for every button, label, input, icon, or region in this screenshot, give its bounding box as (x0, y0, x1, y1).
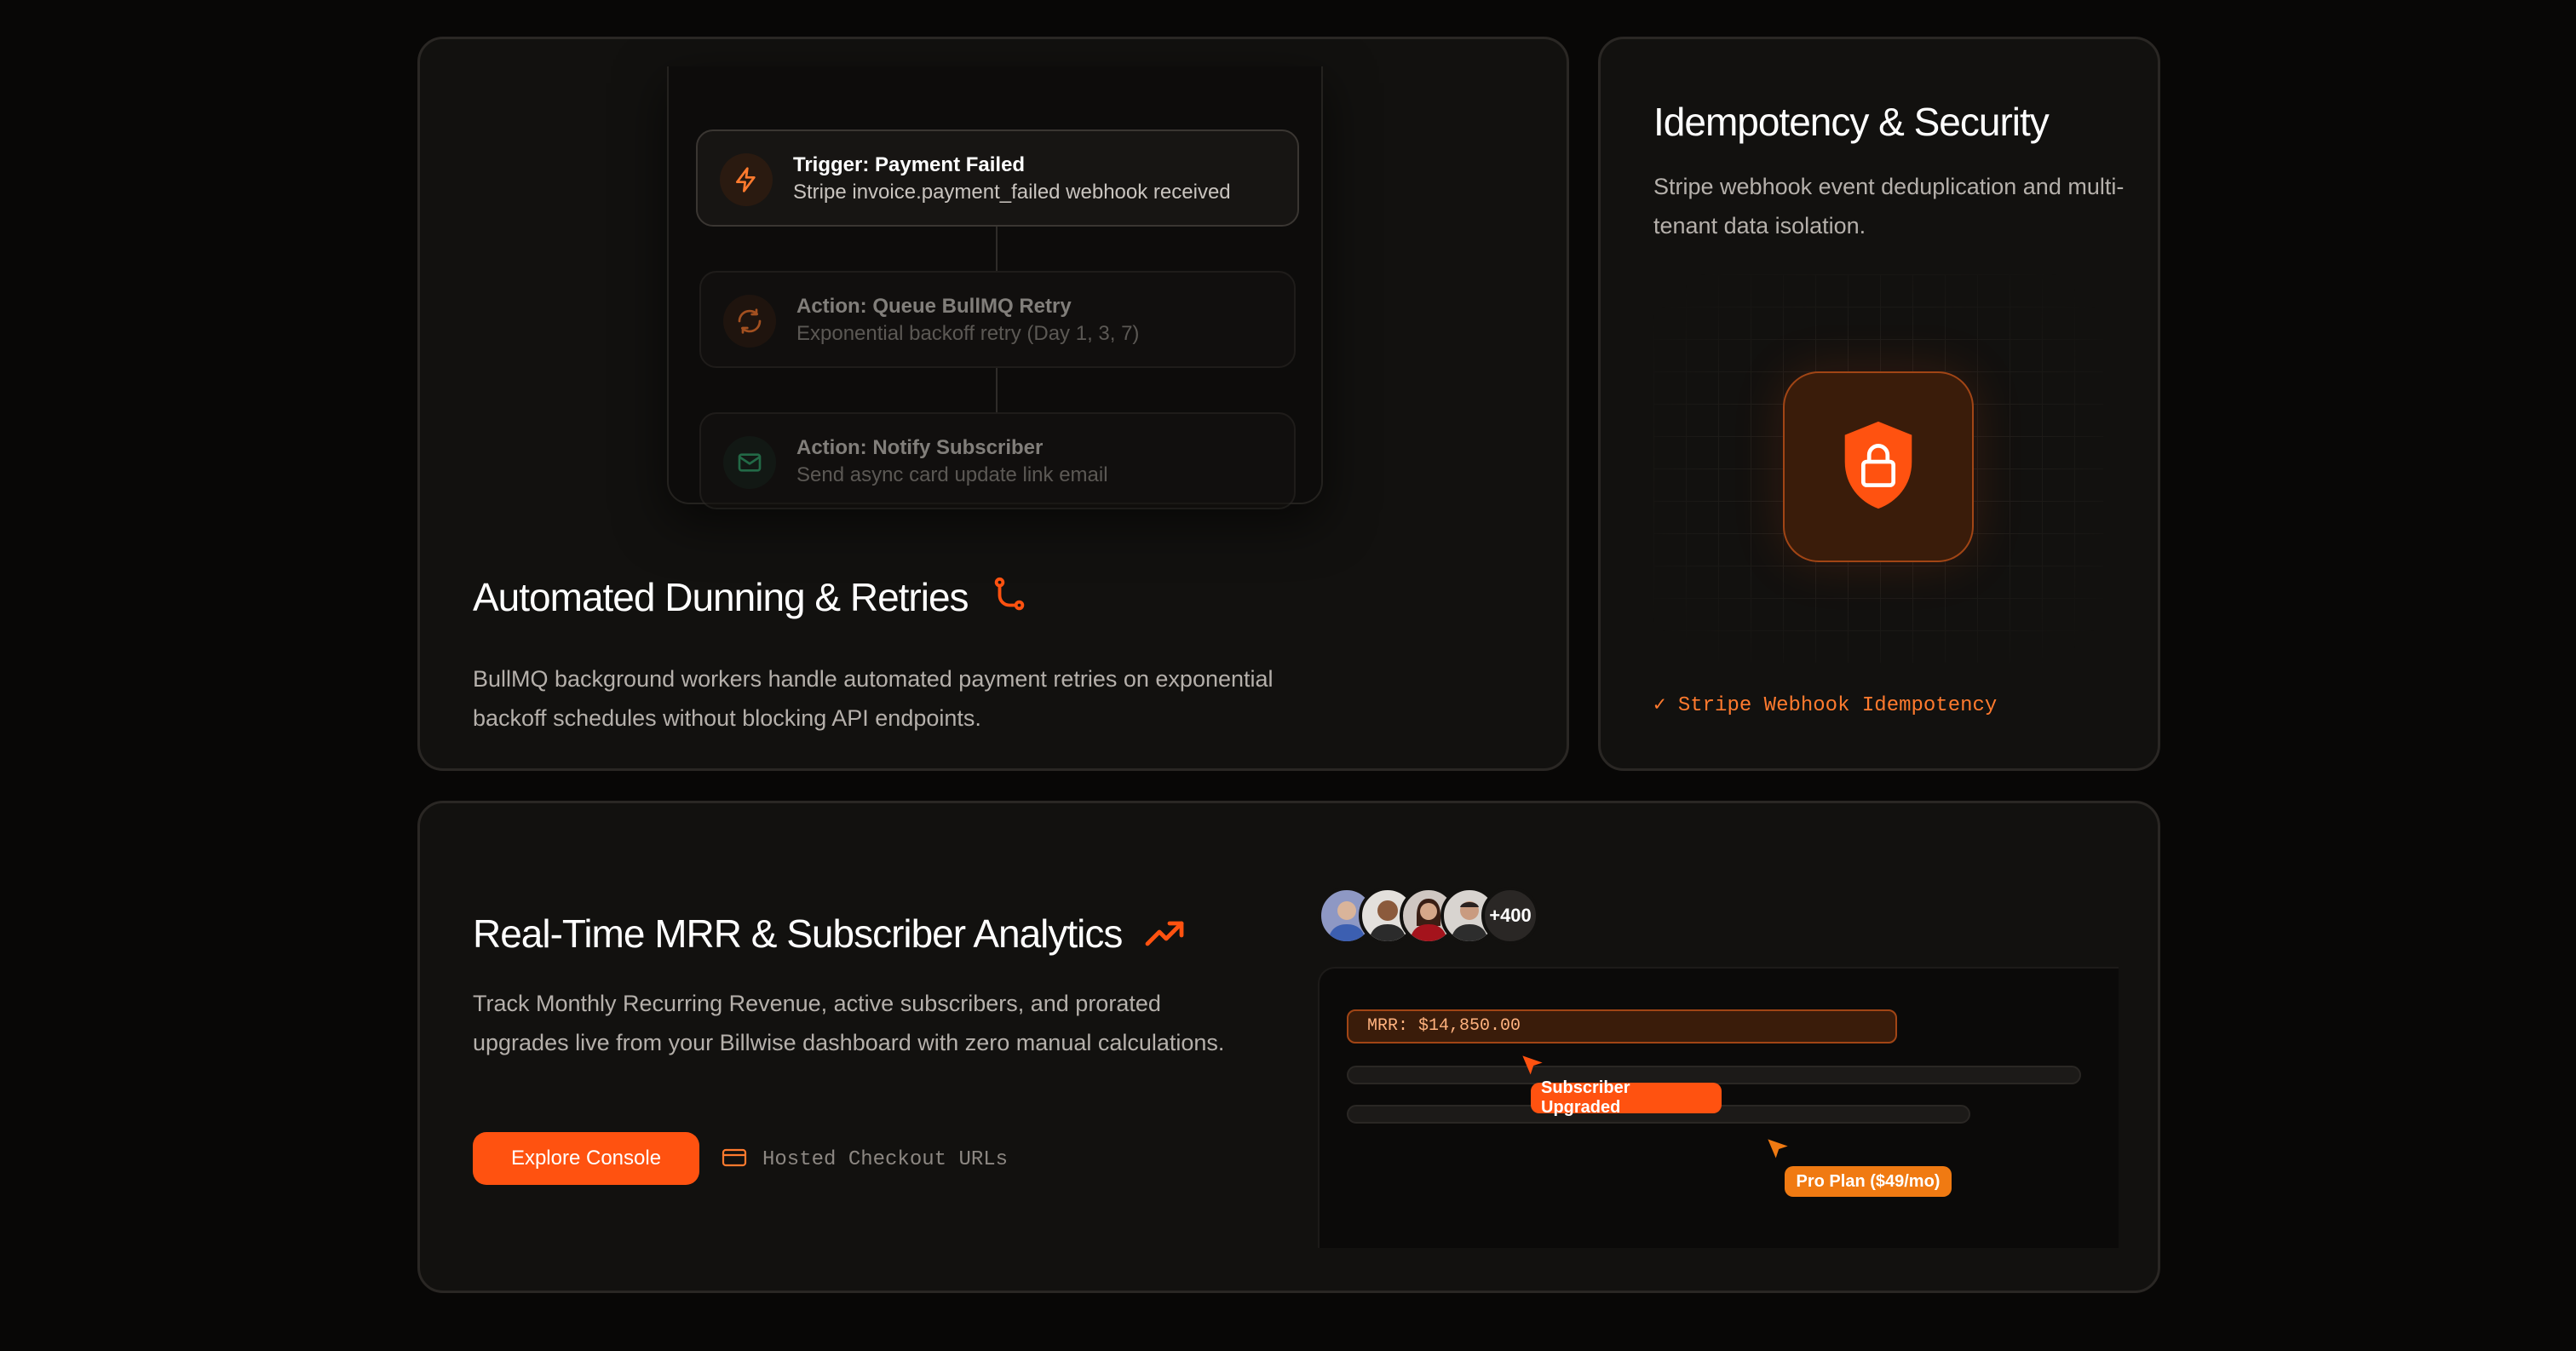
flow-step-retry[interactable]: Action: Queue BullMQ Retry Exponential b… (699, 271, 1296, 368)
dunning-flow-panel: Trigger: Payment Failed Stripe invoice.p… (667, 66, 1323, 509)
mrr-value-bar: MRR: $14,850.00 (1347, 1009, 1897, 1043)
cursor-arrow-icon (1766, 1137, 1790, 1165)
analytics-title-row: Real-Time MRR & Subscriber Analytics (473, 911, 1185, 960)
dunning-description: BullMQ background workers handle automat… (473, 666, 1274, 731)
refresh-icon (723, 295, 776, 348)
subscriber-avatars: +400 (1318, 887, 1548, 946)
analytics-title: Real-Time MRR & Subscriber Analytics (473, 911, 1123, 956)
flow-step-trigger[interactable]: Trigger: Payment Failed Stripe invoice.p… (696, 129, 1299, 227)
dunning-title: Automated Dunning & Retries (473, 575, 969, 619)
avatar-more-count: +400 (1481, 887, 1539, 945)
shield-lock-icon (1837, 418, 1919, 516)
trending-up-icon (1144, 914, 1185, 960)
mrr-dashboard-preview: MRR: $14,850.00 Subscriber Upgraded Pro … (1318, 967, 2119, 1248)
analytics-description: Track Monthly Recurring Revenue, active … (473, 991, 1225, 1055)
analytics-card: Real-Time MRR & Subscriber Analytics Tra… (417, 801, 2160, 1293)
security-title: Idempotency & Security (1653, 100, 2050, 144)
progress-track (1347, 1066, 2081, 1084)
flow-step-subtitle: Send async card update link email (796, 463, 1108, 486)
flow-step-subtitle: Exponential backoff retry (Day 1, 3, 7) (796, 322, 1140, 345)
idempotency-check-label: ✓ Stripe Webhook Idempotency (1653, 694, 1998, 717)
mail-icon (723, 436, 776, 489)
security-card: Idempotency & Security Stripe webhook ev… (1598, 37, 2160, 771)
flow-step-notify[interactable]: Action: Notify Subscriber Send async car… (699, 412, 1296, 509)
pro-plan-pill: Pro Plan ($49/mo) (1785, 1166, 1952, 1197)
subscriber-upgraded-pill: Subscriber Upgraded (1531, 1078, 1722, 1117)
hosted-checkout-label: Hosted Checkout URLs (762, 1148, 1009, 1171)
git-branch-icon (990, 576, 1029, 624)
shield-badge (1783, 371, 1974, 562)
dunning-title-row: Automated Dunning & Retries (473, 574, 1029, 624)
dunning-card: Trigger: Payment Failed Stripe invoice.p… (417, 37, 1569, 771)
flow-step-title: Trigger: Payment Failed (793, 153, 1026, 176)
flow-step-subtitle: Stripe invoice.payment_failed webhook re… (793, 181, 1231, 204)
flow-connector (996, 368, 998, 412)
hosted-checkout-link[interactable]: Hosted Checkout URLs (722, 1147, 1008, 1172)
lightning-icon (720, 153, 773, 206)
flow-connector (996, 227, 998, 271)
flow-step-title: Action: Queue BullMQ Retry (796, 295, 1072, 318)
explore-console-button[interactable]: Explore Console (473, 1132, 699, 1185)
flow-step-title: Action: Notify Subscriber (796, 436, 1044, 459)
security-description: Stripe webhook event deduplication and m… (1653, 174, 2125, 239)
credit-card-icon (722, 1147, 747, 1172)
